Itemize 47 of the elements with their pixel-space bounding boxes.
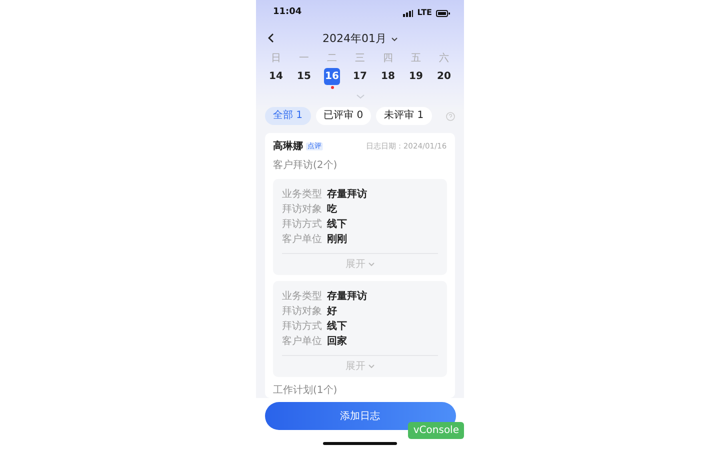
calendar-date[interactable]: 18 [380, 68, 396, 85]
field-value: 线下 [327, 218, 347, 232]
field-label: 业务类型 [282, 290, 322, 304]
month-title[interactable]: 2024年01月 [322, 30, 386, 48]
field-label: 拜访对象 [282, 202, 322, 217]
field-label: 拜访方式 [282, 218, 322, 232]
weekday-label: 五 [410, 52, 422, 66]
calendar-date[interactable]: 17 [352, 68, 368, 85]
filter-tab[interactable]: 未评审 1 [376, 107, 432, 125]
field-label: 拜访对象 [282, 304, 322, 319]
network-label: LTE [417, 7, 432, 19]
field-value: 存量拜访 [327, 289, 367, 304]
clock-time: 11:04 [273, 6, 302, 20]
field-label: 拜访方式 [282, 320, 322, 334]
weekday-label: 二 [326, 52, 338, 66]
field-value: 线下 [327, 320, 347, 334]
calendar-date[interactable]: 20 [436, 68, 452, 85]
field-label: 业务类型 [282, 188, 322, 202]
weekday-label: 日 [270, 52, 282, 66]
weekday-label: 一 [298, 52, 310, 66]
calendar-date[interactable]: 16 [324, 68, 340, 85]
field-value: 存量拜访 [327, 187, 367, 202]
signal-icon [403, 10, 414, 16]
weekday-label: 四 [382, 52, 394, 66]
field-value: 好 [327, 305, 337, 319]
caret-icon[interactable] [390, 36, 398, 42]
field-label: 客户单位 [282, 334, 322, 349]
weekday-label: 三 [354, 52, 366, 66]
battery-icon [436, 10, 450, 16]
calendar-date[interactable]: 14 [268, 68, 284, 85]
back-icon[interactable] [268, 33, 274, 43]
section-title: 客户拜访(2个) [273, 158, 338, 173]
filter-tab[interactable]: 已评审 0 [316, 107, 372, 125]
field-value: 刚刚 [327, 232, 347, 247]
weekday-label: 六 [438, 52, 450, 66]
filter-tab[interactable]: 全部 1 [265, 107, 311, 125]
author-name: 高琳娜 [273, 139, 303, 154]
chevron-down-icon[interactable] [368, 262, 374, 267]
chevron-down-icon[interactable] [368, 364, 374, 369]
help-icon[interactable] [446, 112, 455, 120]
field-value: 回家 [327, 334, 347, 349]
calendar-date[interactable]: 15 [296, 68, 312, 85]
field-value: 吃 [327, 202, 337, 217]
calendar-date[interactable]: 19 [408, 68, 424, 85]
field-label: 客户单位 [282, 232, 322, 247]
section-title: 工作计划(1个) [273, 384, 338, 398]
chevron-down-icon[interactable] [356, 94, 364, 98]
